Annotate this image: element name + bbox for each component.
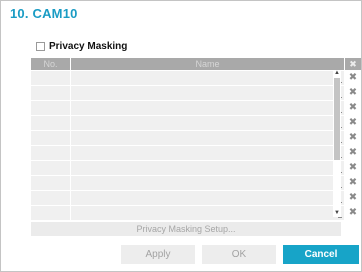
- row-no-cell: [31, 191, 70, 205]
- delete-row-icon[interactable]: ✖: [347, 132, 359, 144]
- scroll-thumb[interactable]: [334, 78, 340, 160]
- delete-row-icon[interactable]: ✖: [347, 102, 359, 114]
- table-row: ✖: [31, 146, 361, 160]
- row-name-field[interactable]: [71, 86, 344, 100]
- column-header-no: No.: [31, 58, 70, 70]
- privacy-masking-checkbox[interactable]: [36, 41, 45, 51]
- table-row: ✖: [31, 86, 361, 100]
- dialog-title: 10. CAM10: [10, 6, 78, 21]
- privacy-masking-toggle[interactable]: Privacy Masking: [36, 40, 127, 52]
- table-row: ✖: [31, 71, 361, 85]
- row-no-cell: [31, 71, 70, 85]
- row-no-cell: [31, 206, 70, 220]
- delete-row-icon[interactable]: ✖: [347, 72, 359, 84]
- row-no-cell: [31, 146, 70, 160]
- table-rows: ✖ ✖ ✖ ✖ ✖ ✖ ✖ ✖ ✖ ✖: [31, 71, 361, 221]
- row-no-cell: [31, 131, 70, 145]
- delete-row-icon[interactable]: ✖: [347, 192, 359, 204]
- row-name-field[interactable]: [71, 101, 344, 115]
- table-header: No. Name ✖: [31, 58, 361, 70]
- delete-row-icon[interactable]: ✖: [347, 177, 359, 189]
- delete-all-icon[interactable]: ✖: [345, 58, 361, 70]
- privacy-masking-setup-button[interactable]: Privacy Masking Setup...: [31, 222, 341, 236]
- row-name-field[interactable]: [71, 206, 344, 220]
- row-name-field[interactable]: [71, 146, 344, 160]
- table-row: ✖: [31, 131, 361, 145]
- apply-button[interactable]: Apply: [121, 245, 195, 264]
- row-name-field[interactable]: [71, 131, 344, 145]
- row-no-cell: [31, 86, 70, 100]
- table-row: ✖: [31, 161, 361, 175]
- delete-row-icon[interactable]: ✖: [347, 162, 359, 174]
- table-row: ✖: [31, 176, 361, 190]
- scroll-up-icon[interactable]: ▲: [333, 70, 341, 77]
- delete-row-icon[interactable]: ✖: [347, 147, 359, 159]
- row-no-cell: [31, 116, 70, 130]
- scroll-down-icon[interactable]: ▼: [333, 210, 341, 217]
- row-name-field[interactable]: [71, 116, 344, 130]
- row-name-field[interactable]: [71, 191, 344, 205]
- delete-row-icon[interactable]: ✖: [347, 117, 359, 129]
- cancel-button[interactable]: Cancel: [283, 245, 359, 264]
- table-row: ✖: [31, 101, 361, 115]
- table-row: ✖: [31, 191, 361, 205]
- privacy-masking-label: Privacy Masking: [49, 40, 128, 52]
- delete-row-icon[interactable]: ✖: [347, 87, 359, 99]
- dialog-frame: 10. CAM10 Privacy Masking No. Name ✖ ✖ ✖…: [0, 0, 362, 272]
- mask-table: No. Name ✖ ✖ ✖ ✖ ✖ ✖ ✖ ✖ ✖ ✖ ✖: [31, 58, 361, 220]
- row-name-field[interactable]: [71, 161, 344, 175]
- row-name-field[interactable]: [71, 176, 344, 190]
- row-no-cell: [31, 101, 70, 115]
- row-name-field[interactable]: [71, 71, 344, 85]
- delete-row-icon[interactable]: ✖: [347, 207, 359, 219]
- row-no-cell: [31, 161, 70, 175]
- ok-button[interactable]: OK: [202, 245, 276, 264]
- row-no-cell: [31, 176, 70, 190]
- table-scrollbar[interactable]: ▲ ▼: [333, 70, 341, 217]
- column-header-name: Name: [71, 58, 344, 70]
- edit-marker-icon: [338, 217, 342, 218]
- table-row: ✖: [31, 116, 361, 130]
- table-row: ✖: [31, 206, 361, 220]
